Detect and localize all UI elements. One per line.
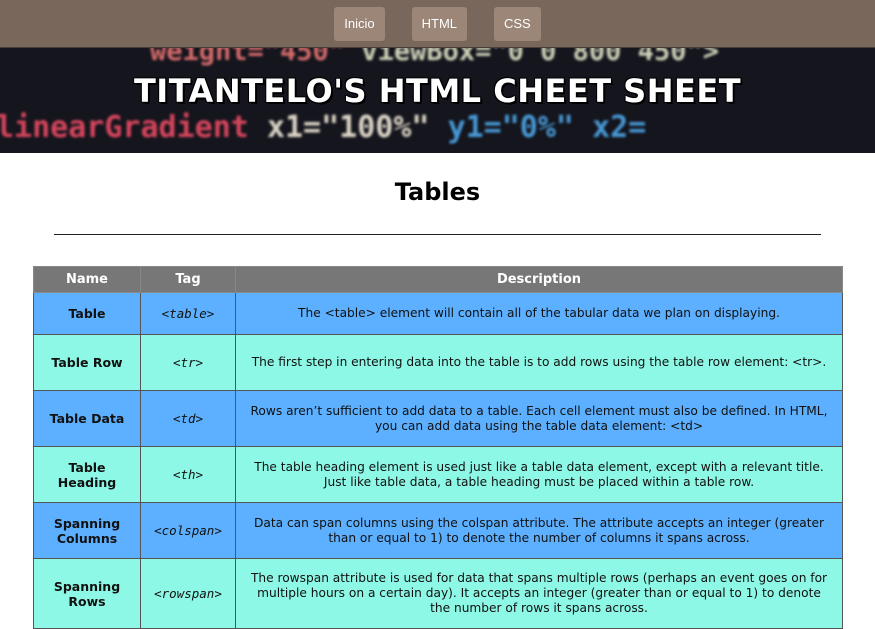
column-header-name: Name — [33, 266, 141, 293]
row-description: Data can span columns using the colspan … — [235, 502, 843, 559]
table-row: Spanning Rows <rowspan> The rowspan attr… — [33, 558, 843, 629]
banner-code-text: weight="450" viewBox="0 0 800 450"> — [150, 48, 719, 67]
header-banner: weight="450" viewBox="0 0 800 450"> line… — [0, 48, 875, 153]
nav-html-button[interactable]: HTML — [411, 6, 467, 41]
row-tag: <th> — [140, 446, 236, 503]
row-tag: <td> — [140, 390, 236, 447]
banner-code-text: linearGradient x1="100%" y1="0%" x2= — [0, 110, 647, 145]
nav-css-button[interactable]: CSS — [494, 6, 541, 41]
row-tag: <table> — [140, 292, 236, 335]
tags-table: Name Tag Description Table <table> The <… — [33, 266, 843, 629]
section-title: Tables — [394, 178, 481, 206]
table-header-row: Name Tag Description — [33, 266, 843, 293]
table-row: Table <table> The <table> element will c… — [33, 292, 843, 335]
row-tag: <tr> — [140, 334, 236, 391]
row-tag: <rowspan> — [140, 558, 236, 629]
row-tag: <colspan> — [140, 502, 236, 559]
row-name: Spanning Columns — [33, 502, 141, 559]
table-row: Table Data <td> Rows aren’t sufficient t… — [33, 390, 843, 447]
column-header-tag: Tag — [140, 266, 236, 293]
row-description: The <table> element will contain all of … — [235, 292, 843, 335]
table-row: Spanning Columns <colspan> Data can span… — [33, 502, 843, 559]
row-name: Table Data — [33, 390, 141, 447]
site-title: TITANTELO'S HTML CHEET SHEET — [133, 72, 742, 110]
table-row: Table Row <tr> The first step in enterin… — [33, 334, 843, 391]
table-row: Table Heading <th> The table heading ele… — [33, 446, 843, 503]
nav-inicio-button[interactable]: Inicio — [334, 6, 385, 41]
row-description: The rowspan attribute is used for data t… — [235, 558, 843, 629]
row-name: Table Row — [33, 334, 141, 391]
row-name: Table Heading — [33, 446, 141, 503]
top-navigation: Inicio HTML CSS — [0, 0, 875, 48]
row-description: The table heading element is used just l… — [235, 446, 843, 503]
row-description: The first step in entering data into the… — [235, 334, 843, 391]
column-header-description: Description — [235, 266, 843, 293]
row-name: Spanning Rows — [33, 558, 141, 629]
section-divider — [54, 234, 821, 235]
row-name: Table — [33, 292, 141, 335]
row-description: Rows aren’t sufficient to add data to a … — [235, 390, 843, 447]
